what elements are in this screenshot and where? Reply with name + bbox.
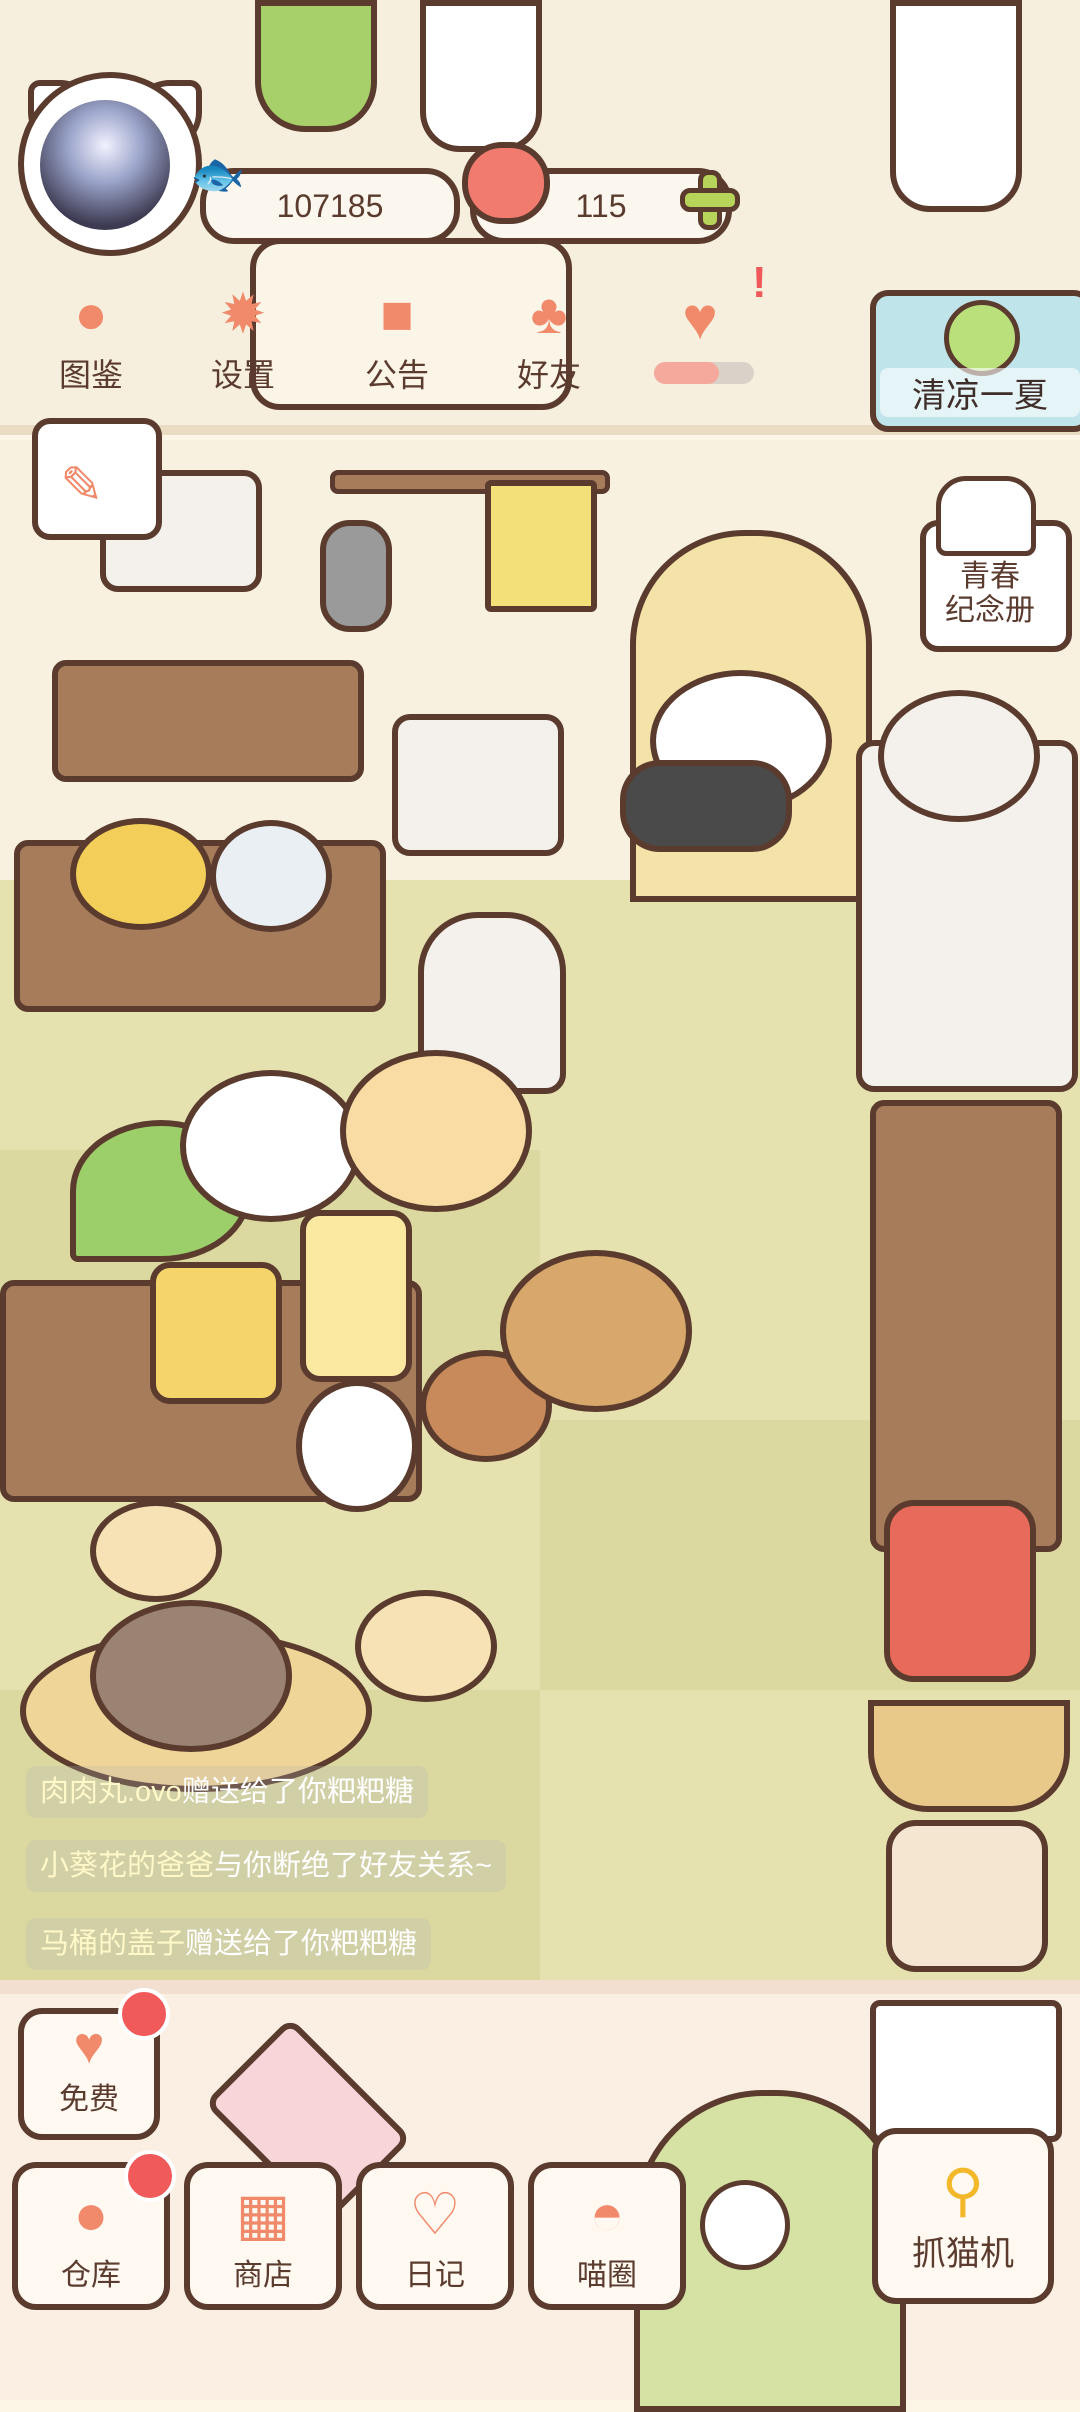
blender	[300, 1210, 412, 1382]
menu-label: 公告	[364, 357, 429, 393]
stool	[355, 1590, 497, 1702]
add-hearts-button[interactable]	[680, 170, 740, 230]
cat-circle-label: 喵圈	[577, 2259, 637, 2292]
energy-bar-fill	[654, 362, 719, 384]
frying-pan	[320, 520, 392, 632]
sleeping-tabby-cat[interactable]	[90, 1600, 292, 1752]
notification-dot	[124, 2150, 176, 2202]
chat-text: 赠送给了你粑粑糖	[181, 1776, 414, 1808]
claw-machine-label: 抓猫机	[912, 2235, 1014, 2273]
rice-cooker	[878, 690, 1040, 822]
warehouse-label: 仓库	[61, 2259, 121, 2292]
diary-button[interactable]: ♡ 日记	[356, 2162, 514, 2310]
summer-event-label: 清凉一夏	[880, 368, 1080, 417]
diary-icon: ♡	[409, 2182, 461, 2247]
chat-message: 马桶的盖子赠送给了你粑粑糖	[26, 1918, 432, 1970]
menu-label: 设置	[210, 357, 275, 393]
hanging-plant	[890, 0, 1022, 212]
claw-machine-button[interactable]: ⚲ 抓猫机	[872, 2128, 1054, 2304]
pug-dog[interactable]	[500, 1250, 692, 1412]
menu-item-friends[interactable]: ♣ 好友	[494, 282, 604, 396]
wall-cabinet	[52, 660, 364, 782]
heart-icon	[462, 142, 550, 224]
golden-puppy[interactable]	[340, 1050, 532, 1212]
menu-label: 图鉴	[58, 357, 123, 393]
youth-album-label-line1: 青春	[960, 560, 1020, 593]
chat-sender: 小葵花的爸爸	[40, 1850, 215, 1882]
shop-label: 商店	[233, 2259, 293, 2292]
cooking-pot	[70, 818, 212, 930]
cat-planet-icon: ◓	[589, 2182, 625, 2247]
lower-room-rail	[0, 1980, 1080, 1994]
chat-sender: 马桶的盖子	[40, 1928, 186, 1960]
menu-label: 好友	[516, 357, 581, 393]
free-label: 免费	[59, 2083, 119, 2116]
white-bunny[interactable]	[296, 1380, 418, 1512]
claw-machine-top	[870, 2000, 1062, 2142]
chat-text: 赠送给了你粑粑糖	[185, 1928, 418, 1960]
wind-chime	[700, 2180, 790, 2270]
cat-circle-button[interactable]: ◓ 喵圈	[528, 2162, 686, 2310]
gear-icon: ✹	[219, 282, 267, 345]
hanging-towel	[485, 480, 597, 612]
claw-icon: ⚲	[941, 2158, 985, 2223]
grey-white-cat[interactable]	[180, 1070, 362, 1222]
microwave	[392, 714, 564, 856]
shop-icon: ▦	[235, 2182, 291, 2247]
white-cat-body	[620, 760, 792, 852]
chat-message: 肉肉丸.ovo赠送给了你粑粑糖	[26, 1766, 428, 1818]
avatar[interactable]	[40, 100, 170, 230]
sailor-cat-icon	[936, 476, 1036, 556]
notification-dot	[118, 1988, 170, 2040]
side-shelf	[870, 1100, 1062, 1552]
heart-value: 115	[575, 187, 627, 224]
chat-text: 与你断绝了好友关系~	[214, 1850, 492, 1882]
menu-item-announcement[interactable]: ■ 公告	[342, 282, 452, 396]
pencil-icon: ✎	[60, 457, 104, 515]
alert-icon: !	[752, 258, 767, 307]
friends-icon: ♣	[530, 282, 568, 345]
menu-item-encyclopedia[interactable]: ● 图鉴	[36, 282, 146, 396]
shaved-ice-machine	[884, 1500, 1036, 1682]
energy-bar	[654, 362, 754, 384]
cat-head-icon: ●	[74, 282, 108, 345]
saucepan	[210, 820, 332, 932]
chat-message: 小葵花的爸爸与你断绝了好友关系~	[26, 1840, 506, 1892]
potted-plant	[255, 0, 377, 132]
potato-sack	[886, 1820, 1048, 1972]
veggie-basket	[868, 1700, 1070, 1812]
diary-label: 日记	[405, 2259, 465, 2292]
menu-item-settings[interactable]: ✹ 设置	[188, 282, 298, 396]
gift-icon: ■	[380, 282, 414, 345]
youth-album-label-line2: 纪念册	[945, 594, 1035, 627]
rice-maker	[150, 1262, 282, 1404]
youth-album-label: 青春 纪念册	[930, 560, 1050, 628]
fish-icon: 🐟	[190, 150, 245, 199]
ice-cream-icon	[944, 300, 1020, 376]
chat-sender: 肉肉丸.ovo	[40, 1776, 182, 1808]
flower-vase	[420, 0, 542, 152]
stool	[90, 1500, 222, 1602]
shop-button[interactable]: ▦ 商店	[184, 2162, 342, 2310]
heart-energy-icon[interactable]: ♥	[655, 288, 745, 350]
coin-value: 107185	[276, 187, 384, 224]
